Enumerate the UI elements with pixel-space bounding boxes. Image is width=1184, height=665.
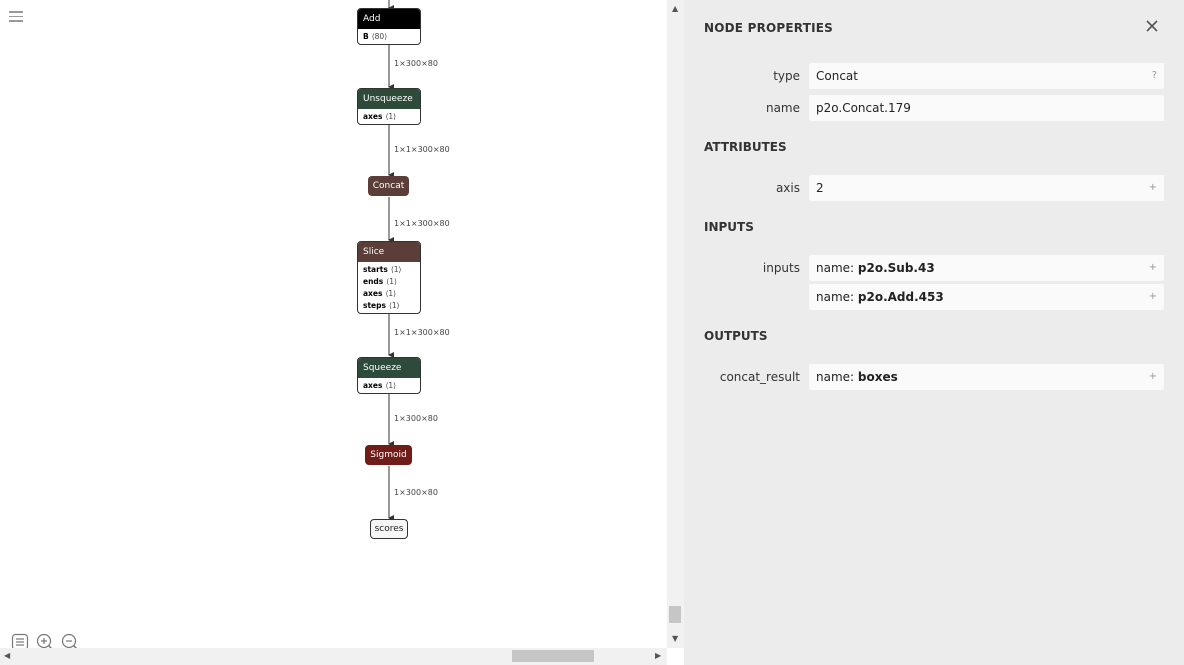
node-add[interactable]: Add B ⟨80⟩ (357, 8, 421, 45)
node-title: Unsqueeze (358, 89, 420, 109)
node-concat[interactable]: Concat (368, 176, 409, 196)
expand-button[interactable]: + (1149, 364, 1157, 390)
inputs-section-title: INPUTS (704, 220, 754, 234)
name-value: p2o.Concat.179 (816, 101, 911, 115)
input-value: p2o.Add.453 (857, 290, 944, 304)
graph-edges (388, 0, 394, 521)
node-slice[interactable]: Slice starts ⟨1⟩ ends ⟨1⟩ axes ⟨1⟩ steps ⟨1⟩ (357, 241, 421, 314)
node-title: Squeeze (358, 358, 420, 378)
output-label: concat_result (719, 370, 800, 384)
attribute-field-axis[interactable]: 2 + (809, 175, 1164, 201)
scroll-up-icon[interactable]: ▲ (672, 4, 678, 13)
node-attributes: axes ⟨1⟩ (358, 109, 420, 124)
input-value: p2o.Sub.43 (857, 261, 935, 275)
expand-button[interactable]: + (1149, 175, 1157, 201)
close-icon[interactable] (1145, 19, 1159, 33)
name-field[interactable]: p2o.Concat.179 (809, 95, 1164, 121)
node-attributes: B ⟨80⟩ (358, 29, 420, 44)
node-sigmoid[interactable]: Sigmoid (365, 445, 412, 465)
input-prefix: name: (816, 290, 858, 304)
node-properties-panel: NODE PROPERTIES type Concat ? name p2o.C… (684, 0, 1184, 665)
node-attributes: axes ⟨1⟩ (358, 378, 420, 393)
type-label: type (773, 69, 800, 83)
output-field[interactable]: name: boxes + (809, 364, 1164, 390)
help-button[interactable]: ? (1152, 63, 1157, 89)
scroll-left-icon[interactable]: ◀ (4, 651, 10, 660)
node-attribute: starts ⟨1⟩ (363, 265, 402, 274)
type-value: Concat (816, 69, 858, 83)
vertical-scrollbar[interactable]: ▲ ▼ (667, 0, 684, 648)
node-attribute: B ⟨80⟩ (363, 32, 388, 41)
edge-label: 1×300×80 (394, 488, 438, 497)
node-squeeze[interactable]: Squeeze axes ⟨1⟩ (357, 357, 421, 394)
attribute-value: 2 (816, 181, 824, 195)
input-field[interactable]: name: p2o.Sub.43 + (809, 255, 1164, 281)
node-unsqueeze[interactable]: Unsqueeze axes ⟨1⟩ (357, 88, 421, 125)
inputs-label: inputs (762, 261, 800, 275)
node-title: Add (358, 9, 420, 29)
node-output-scores[interactable]: scores (370, 519, 408, 539)
horizontal-scroll-thumb[interactable] (512, 650, 594, 662)
node-title: Slice (358, 242, 420, 262)
node-attribute: steps ⟨1⟩ (363, 301, 400, 310)
node-attribute: axes ⟨1⟩ (363, 381, 397, 390)
output-value: boxes (857, 370, 898, 384)
input-prefix: name: (816, 261, 858, 275)
edge-label: 1×300×80 (394, 59, 438, 68)
input-field[interactable]: name: p2o.Add.453 + (809, 284, 1164, 310)
app-window: 1×300×80 1×1×300×80 1×1×300×80 1×1×300×8… (0, 0, 1184, 665)
horizontal-scrollbar[interactable]: ◀ ▶ (0, 648, 667, 665)
vertical-scroll-thumb[interactable] (669, 606, 681, 623)
node-attribute: axes ⟨1⟩ (363, 112, 397, 121)
node-attributes: starts ⟨1⟩ ends ⟨1⟩ axes ⟨1⟩ steps ⟨1⟩ (358, 262, 420, 313)
name-label: name (765, 101, 800, 115)
attributes-section-title: ATTRIBUTES (704, 140, 787, 154)
attribute-label: axis (775, 181, 800, 195)
type-field[interactable]: Concat ? (809, 63, 1164, 89)
output-prefix: name: (816, 370, 858, 384)
scroll-right-icon[interactable]: ▶ (655, 651, 661, 660)
edge-label: 1×1×300×80 (394, 145, 450, 154)
scroll-down-icon[interactable]: ▼ (672, 634, 678, 643)
panel-title: NODE PROPERTIES (704, 21, 833, 35)
expand-button[interactable]: + (1149, 255, 1157, 281)
graph-canvas[interactable]: 1×300×80 1×1×300×80 1×1×300×80 1×1×300×8… (0, 0, 667, 665)
edge-label: 1×1×300×80 (394, 328, 450, 337)
outputs-section-title: OUTPUTS (704, 329, 768, 343)
edge-label: 1×1×300×80 (394, 219, 450, 228)
node-attribute: axes ⟨1⟩ (363, 289, 397, 298)
expand-button[interactable]: + (1149, 284, 1157, 310)
edge-label: 1×300×80 (394, 414, 438, 423)
node-attribute: ends ⟨1⟩ (363, 277, 397, 286)
